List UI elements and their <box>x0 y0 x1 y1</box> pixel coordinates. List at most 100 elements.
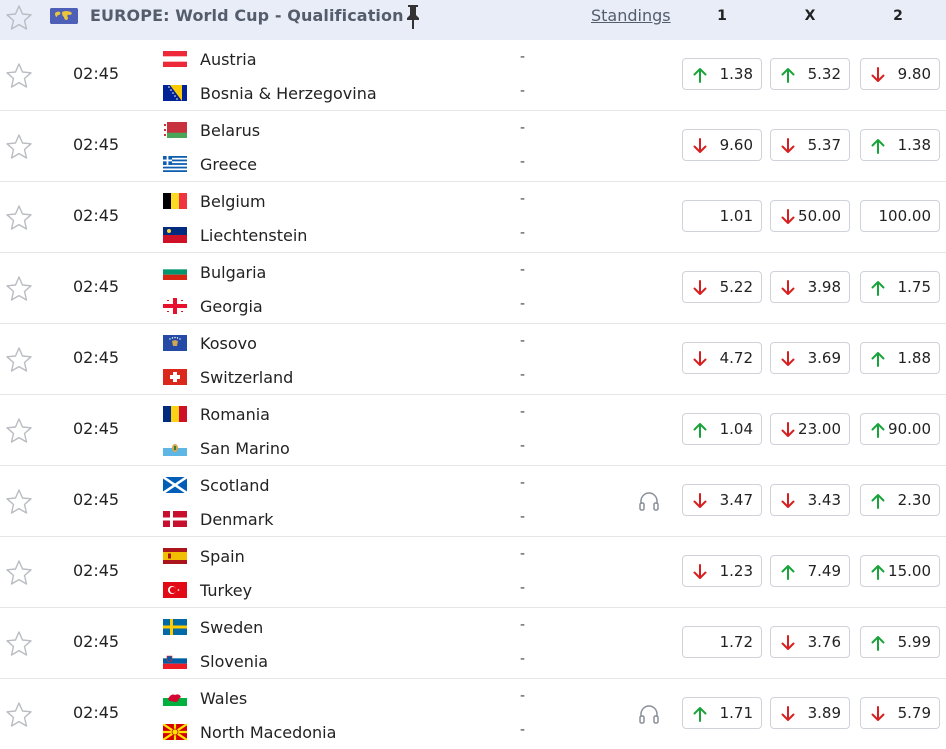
away-team[interactable]: Greece <box>163 153 257 175</box>
home-team-name: Sweden <box>200 617 264 637</box>
home-team[interactable]: Sweden <box>163 616 263 638</box>
away-team-name: Liechtenstein <box>200 225 308 245</box>
odds-away-button[interactable]: 1.88 <box>860 342 940 374</box>
match-time: 02:45 <box>73 419 120 438</box>
away-score: - <box>520 651 526 667</box>
match-row[interactable]: 02:45 Belgium - Liechtenstein - 1.01 50.00 100.… <box>0 182 946 253</box>
home-team[interactable]: Spain <box>163 545 245 567</box>
star-icon[interactable] <box>4 203 34 233</box>
odds-draw-button[interactable]: 5.37 <box>770 129 850 161</box>
odds-draw-button[interactable]: 7.49 <box>770 555 850 587</box>
home-team[interactable]: Wales <box>163 687 247 709</box>
home-team[interactable]: Kosovo <box>163 332 257 354</box>
wales-flag-icon <box>163 690 187 706</box>
odds-value: 5.22 <box>719 278 753 296</box>
odds-value: 3.98 <box>807 278 841 296</box>
odds-away-button[interactable]: 1.38 <box>860 129 940 161</box>
pin-icon[interactable] <box>404 3 422 31</box>
match-row[interactable]: 02:45 Wales - North Macedonia - 1.71 3.89 5.79 <box>0 679 946 749</box>
audio-commentary-icon[interactable] <box>638 491 660 511</box>
odds-draw-button[interactable]: 3.98 <box>770 271 850 303</box>
away-team[interactable]: Bosnia & Herzegovina <box>163 82 377 104</box>
odds-value: 1.38 <box>719 65 753 83</box>
odds-away-button[interactable]: 5.99 <box>860 626 940 658</box>
star-icon[interactable] <box>4 416 34 446</box>
standings-link[interactable]: Standings <box>591 6 671 25</box>
away-score: - <box>520 509 526 525</box>
audio-commentary-icon[interactable] <box>638 704 660 724</box>
odds-home-button[interactable]: 3.47 <box>682 484 762 516</box>
home-team-name: Wales <box>200 688 248 708</box>
match-row[interactable]: 02:45 Kosovo - Switzerland - 4.72 3.69 1.88 <box>0 324 946 395</box>
away-team[interactable]: Georgia <box>163 295 263 317</box>
match-row[interactable]: 02:45 Spain - Turkey - 1.23 7.49 15.00 <box>0 537 946 608</box>
odds-away-button[interactable]: 1.75 <box>860 271 940 303</box>
match-row[interactable]: 02:45 Scotland - Denmark - 3.47 3.43 2.30 <box>0 466 946 537</box>
home-team-name: Bulgaria <box>200 262 267 282</box>
league-title[interactable]: EUROPE: World Cup - Qualification <box>90 6 404 25</box>
away-team[interactable]: North Macedonia <box>163 721 336 743</box>
star-icon[interactable] <box>4 629 34 659</box>
odds-draw-button[interactable]: 3.43 <box>770 484 850 516</box>
away-team[interactable]: Denmark <box>163 508 274 530</box>
star-icon[interactable] <box>4 61 34 91</box>
odds-home-button[interactable]: 1.23 <box>682 555 762 587</box>
home-team[interactable]: Scotland <box>163 474 270 496</box>
star-icon[interactable] <box>4 132 34 162</box>
home-team[interactable]: Belgium <box>163 190 266 212</box>
away-team[interactable]: Slovenia <box>163 650 268 672</box>
odds-away-button[interactable]: 2.30 <box>860 484 940 516</box>
match-time: 02:45 <box>73 64 120 83</box>
home-team[interactable]: Bulgaria <box>163 261 266 283</box>
star-icon[interactable] <box>4 700 34 730</box>
odds-draw-button[interactable]: 23.00 <box>770 413 850 445</box>
match-row[interactable]: 02:45 Austria - Bosnia & Herzegovina - 1.38 5.… <box>0 40 946 111</box>
away-team[interactable]: Switzerland <box>163 366 293 388</box>
away-score: - <box>520 580 526 596</box>
odds-draw-button[interactable]: 3.76 <box>770 626 850 658</box>
odds-home-button[interactable]: 5.22 <box>682 271 762 303</box>
match-row[interactable]: 02:45 Romania - San Marino - 1.04 23.00 90.00 <box>0 395 946 466</box>
star-icon[interactable] <box>4 345 34 375</box>
match-row[interactable]: 02:45 Bulgaria - Georgia - 5.22 3.98 1.75 <box>0 253 946 324</box>
odds-home-button[interactable]: 1.71 <box>682 697 762 729</box>
arrow-up-icon <box>693 707 707 722</box>
odds-away-button[interactable]: 100.00 <box>860 200 940 232</box>
odds-away-button[interactable]: 5.79 <box>860 697 940 729</box>
star-icon[interactable] <box>4 558 34 588</box>
home-score: - <box>520 617 526 633</box>
home-team[interactable]: Belarus <box>163 119 260 141</box>
star-icon[interactable] <box>4 274 34 304</box>
away-team[interactable]: Turkey <box>163 579 252 601</box>
home-team[interactable]: Romania <box>163 403 270 425</box>
star-icon[interactable] <box>4 487 34 517</box>
star-icon[interactable] <box>4 3 34 33</box>
arrow-up-icon <box>871 636 885 651</box>
away-team-name: Denmark <box>200 509 274 529</box>
away-score: - <box>520 154 526 170</box>
odds-home-button[interactable]: 1.72 <box>682 626 762 658</box>
away-team[interactable]: San Marino <box>163 437 290 459</box>
odds-draw-button[interactable]: 3.69 <box>770 342 850 374</box>
odds-away-button[interactable]: 15.00 <box>860 555 940 587</box>
odds-draw-button[interactable]: 5.32 <box>770 58 850 90</box>
match-row[interactable]: 02:45 Sweden - Slovenia - 1.72 3.76 5.99 <box>0 608 946 679</box>
odds-draw-button[interactable]: 50.00 <box>770 200 850 232</box>
odds-value: 5.79 <box>897 704 931 722</box>
odds-home-button[interactable]: 1.38 <box>682 58 762 90</box>
match-time: 02:45 <box>73 206 120 225</box>
odds-home-button[interactable]: 1.01 <box>682 200 762 232</box>
denmark-flag-icon <box>163 511 187 527</box>
odds-home-button[interactable]: 9.60 <box>682 129 762 161</box>
odds-away-button[interactable]: 90.00 <box>860 413 940 445</box>
odds-home-button[interactable]: 4.72 <box>682 342 762 374</box>
odds-value: 1.75 <box>897 278 931 296</box>
match-row[interactable]: 02:45 Belarus - Greece - 9.60 5.37 1.38 <box>0 111 946 182</box>
arrow-up-icon <box>781 68 795 83</box>
away-team[interactable]: Liechtenstein <box>163 224 307 246</box>
match-time: 02:45 <box>73 490 120 509</box>
home-team[interactable]: Austria <box>163 48 257 70</box>
odds-home-button[interactable]: 1.04 <box>682 413 762 445</box>
odds-away-button[interactable]: 9.80 <box>860 58 940 90</box>
odds-draw-button[interactable]: 3.89 <box>770 697 850 729</box>
